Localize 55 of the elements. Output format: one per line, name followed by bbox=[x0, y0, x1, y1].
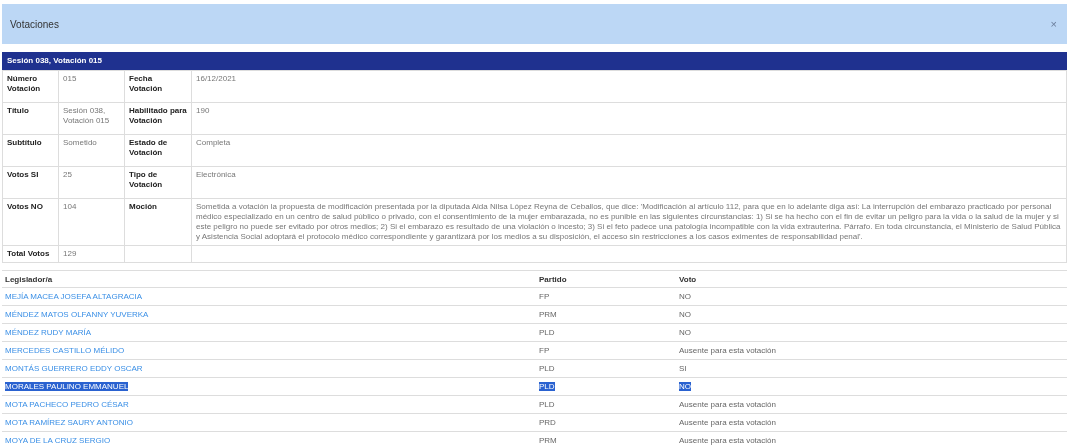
column-header: Partido bbox=[536, 270, 676, 288]
field-value: Electrónica bbox=[191, 166, 1067, 199]
field-label: Título bbox=[2, 102, 59, 135]
field-label: Número Votación bbox=[2, 70, 59, 103]
field-value: 190 bbox=[191, 102, 1067, 135]
party-text: PRM bbox=[539, 436, 557, 445]
column-header: Voto bbox=[676, 270, 1067, 288]
vote-text: Ausente para esta votación bbox=[679, 346, 776, 355]
vote-text: NO bbox=[679, 328, 691, 337]
vote-text: SI bbox=[679, 364, 687, 373]
field-value: Completa bbox=[191, 134, 1067, 167]
party-text: FP bbox=[539, 292, 550, 301]
field-label: Total Votos bbox=[2, 245, 59, 263]
close-button[interactable]: × bbox=[1048, 18, 1059, 30]
field-value: 015 bbox=[58, 70, 125, 103]
field-value: 104 bbox=[58, 198, 125, 246]
field-value: 25 bbox=[58, 166, 125, 199]
field-value: Sometida a votación la propuesta de modificación presentada por la diputada Aida Nilsa López Reyna de Ceballos, que dice: 'Modificación al artículo 112, para que en lo adelante diga así: La interrupción del embarazo practicado por personal médico especializado en un centro de salud público o privado, con el consentimiento de la mujer embarazada, no es punible en las siguientes circunstancias: 1) Si se ha hecho con el fin de evitar un peligro para la vida o la salud de la mujer y si este peligro no puede ser evitado por otros medios; 2) Si el embarazo es resultado de una violación o incesto; 3) Si el feto padece una patología incompatible con la vida extrauterina. Párrafo. En toda circunstancia, el Ministerio de Salud Pública y Asistencia Social adoptará el protocolo médico correspondiente y garantizará por los medios a su disposición, el acceso sin restricciones a los casos eximentes de responsabilidad penal'. bbox=[191, 198, 1067, 246]
legislator-link[interactable]: MOYA DE LA CRUZ SERGIO bbox=[5, 436, 111, 445]
vote-text: Ausente para esta votación bbox=[679, 400, 776, 409]
session-banner: Sesión 038, Votación 015 bbox=[2, 52, 1067, 70]
field-label: Subtítulo bbox=[2, 134, 59, 167]
legislator-link[interactable]: MOTA RAMÍREZ SAURY ANTONIO bbox=[5, 418, 133, 427]
legislator-link[interactable]: MÉNDEZ MATOS OLFANNY YUVERKA bbox=[5, 310, 149, 319]
party-text: PLD bbox=[539, 364, 555, 373]
legislator-link[interactable]: MOTA PACHECO PEDRO CÉSAR bbox=[5, 400, 129, 409]
field-label: Fecha Votación bbox=[124, 70, 192, 103]
party-text: FP bbox=[539, 346, 550, 355]
field-label: Votos SI bbox=[2, 166, 59, 199]
field-label: Habilitado para Votación bbox=[124, 102, 192, 135]
party-text: PLD bbox=[539, 328, 555, 337]
column-header: Legislador/a bbox=[2, 270, 536, 288]
legislator-link[interactable]: MORALES PAULINO EMMANUEL bbox=[5, 382, 129, 391]
legislator-link[interactable]: MEJÍA MACEA JOSEFA ALTAGRACIA bbox=[5, 292, 143, 301]
field-label: Tipo de Votación bbox=[124, 166, 192, 199]
party-text: PRD bbox=[539, 418, 556, 427]
vote-text: Ausente para esta votación bbox=[679, 418, 776, 427]
vote-text: NO bbox=[679, 382, 691, 391]
field-value: 16/12/2021 bbox=[191, 70, 1067, 103]
party-text: PLD bbox=[539, 382, 555, 391]
vote-text: NO bbox=[679, 292, 691, 301]
legislator-link[interactable]: MERCEDES CASTILLO MÉLIDO bbox=[5, 346, 125, 355]
field-value: 129 bbox=[58, 245, 125, 263]
vote-text: Ausente para esta votación bbox=[679, 436, 776, 445]
field-value: Sometido bbox=[58, 134, 125, 167]
field-label: Votos NO bbox=[2, 198, 59, 246]
legislator-link[interactable]: MÉNDEZ RUDY MARÍA bbox=[5, 328, 92, 337]
field-label: Estado de Votación bbox=[124, 134, 192, 167]
party-text: PRM bbox=[539, 310, 557, 319]
legislator-link[interactable]: MONTÁS GUERRERO EDDY OSCAR bbox=[5, 364, 143, 373]
field-label: Moción bbox=[124, 198, 192, 246]
party-text: PLD bbox=[539, 400, 555, 409]
window-title: Votaciones bbox=[10, 18, 59, 30]
vote-text: NO bbox=[679, 310, 691, 319]
field-value: Sesión 038, Votación 015 bbox=[58, 102, 125, 135]
